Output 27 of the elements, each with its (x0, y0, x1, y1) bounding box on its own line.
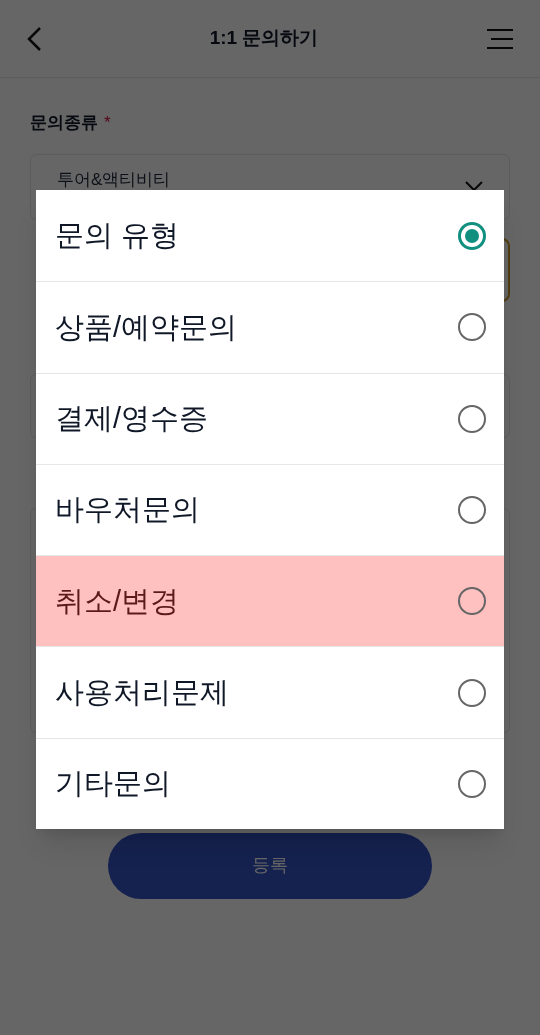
option-label: 바우처문의 (55, 492, 200, 528)
option-label: 사용처리문제 (55, 674, 229, 710)
option-label: 결제/영수증 (55, 401, 209, 436)
option-label: 기타문의 (55, 766, 171, 802)
radio-button[interactable] (458, 496, 486, 525)
option-row[interactable]: 결제/영수증 (36, 372, 504, 464)
chevron-down-icon (465, 180, 483, 191)
option-row[interactable]: 문의 유형 (36, 190, 504, 282)
radio-button[interactable] (458, 587, 486, 616)
option-label: 취소/변경 (55, 583, 180, 619)
option-row[interactable]: 기타문의 (36, 737, 504, 830)
option-label: 문의 유형 (55, 217, 180, 253)
option-row[interactable]: 상품/예약문의 (36, 281, 504, 373)
option-row[interactable]: 사용처리문제 (36, 646, 504, 738)
field-label: 문의종류 (30, 112, 98, 134)
option-label: 상품/예약문의 (55, 309, 238, 345)
option-row[interactable]: 바우처문의 (36, 463, 504, 556)
radio-button[interactable] (458, 678, 486, 707)
option-row[interactable]: 취소/변경 (36, 555, 504, 647)
menu-icon[interactable] (486, 27, 514, 50)
required-mark: * (104, 112, 111, 134)
radio-button[interactable] (458, 769, 486, 798)
page-title: 1:1 문의하기 (209, 26, 319, 51)
radio-button[interactable] (458, 221, 486, 250)
radio-button[interactable] (458, 404, 486, 433)
back-icon[interactable] (26, 25, 42, 52)
radio-button[interactable] (458, 313, 486, 342)
